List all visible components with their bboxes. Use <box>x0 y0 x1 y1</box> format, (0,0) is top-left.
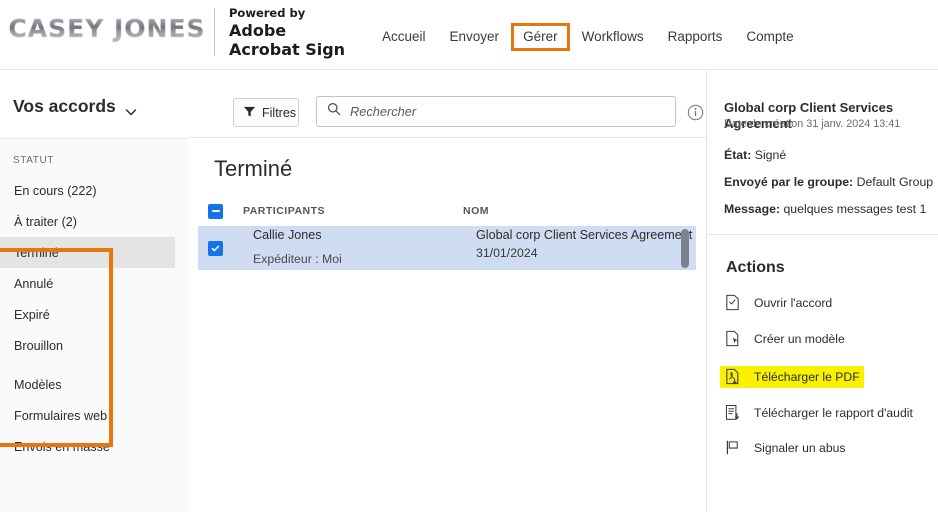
sidebar-section-label-statut: STATUT <box>13 155 55 166</box>
sidebar-item-termine[interactable]: Terminé <box>0 237 175 268</box>
row-participant-name: Callie Jones <box>253 228 322 242</box>
sidebar-title-label: Vos accords <box>13 96 116 116</box>
search-box[interactable] <box>316 96 676 127</box>
casey-jones-logo: CASEY JONES <box>8 13 206 43</box>
page-title: Terminé <box>214 156 293 181</box>
row-checkbox-cell <box>198 240 233 256</box>
action-signaler-abus[interactable]: Signaler un abus <box>724 437 936 459</box>
action-ouvrir-accord[interactable]: Ouvrir l'accord <box>724 292 936 314</box>
details-message: Message: quelques messages test 1 <box>724 202 936 216</box>
row-sender-label: Expéditeur : Moi <box>253 252 342 266</box>
nav-item-envoyer[interactable]: Envoyer <box>438 23 512 51</box>
sidebar-item-expire[interactable]: Expiré <box>0 299 188 330</box>
actions-heading: Actions <box>726 259 785 276</box>
column-header-nom: NOM <box>463 205 489 217</box>
filters-button-label: Filtres <box>262 105 297 120</box>
list-scrollbar-thumb[interactable] <box>681 229 689 268</box>
details-group-value: Default Group <box>856 175 934 189</box>
action-label: Créer un modèle <box>754 332 845 346</box>
sidebar-list-gap <box>0 361 188 369</box>
document-cursor-icon <box>724 330 741 348</box>
row-checkbox[interactable] <box>208 240 223 256</box>
powered-by-adobe-acrobat-sign: Powered by Adobe Acrobat Sign <box>229 6 369 59</box>
chevron-down-icon <box>125 102 137 116</box>
row-agreement-name: Global corp Client Services Agreement <box>476 228 693 242</box>
details-panel: Global corp Client Services Agreement Da… <box>706 71 938 512</box>
sidebar-item-en-cours[interactable]: En cours (222) <box>0 175 188 206</box>
info-circle-icon[interactable] <box>687 104 704 126</box>
adobe-label: Adobe <box>229 21 287 40</box>
column-header-participants: PARTICIPANTS <box>243 205 326 217</box>
main-content: Filtres Terminé PARTICIPANTS NOM <box>188 71 706 512</box>
report-download-icon <box>724 404 741 422</box>
details-etat-value: Signé <box>754 148 787 162</box>
check-icon <box>211 245 220 251</box>
nav-item-accueil[interactable]: Accueil <box>370 23 438 51</box>
details-separator <box>707 234 938 235</box>
app-root: CASEY JONES Powered by Adobe Acrobat Sig… <box>0 0 938 512</box>
action-label: Ouvrir l'accord <box>754 296 833 310</box>
funnel-icon <box>243 105 256 121</box>
pdf-download-icon <box>724 368 741 386</box>
search-icon <box>327 102 341 121</box>
toolbar-separator <box>188 137 706 138</box>
sidebar-item-brouillon[interactable]: Brouillon <box>0 330 188 361</box>
sidebar-item-a-traiter[interactable]: À traiter (2) <box>0 206 188 237</box>
content-toolbar: Filtres <box>188 71 706 138</box>
flag-icon <box>724 439 741 457</box>
details-etat-label: État: <box>724 148 752 162</box>
powered-by-label: Powered by <box>229 6 306 20</box>
details-message-label: Message: <box>724 202 781 216</box>
action-telecharger-pdf[interactable]: Télécharger le PDF <box>720 366 864 388</box>
nav-item-gerer[interactable]: Gérer <box>511 23 570 51</box>
row-agreement-date: 31/01/2024 <box>476 246 538 260</box>
details-creation-date: Date de création 31 janv. 2024 13:41 <box>724 118 901 130</box>
sidebar-status-list: En cours (222) À traiter (2) Terminé Ann… <box>0 175 188 462</box>
nav-item-workflows[interactable]: Workflows <box>570 23 656 51</box>
nav-item-compte[interactable]: Compte <box>734 23 805 51</box>
header-divider <box>214 8 215 56</box>
details-message-value: quelques messages test 1 <box>783 202 927 216</box>
indeterminate-dash-icon <box>211 210 220 212</box>
main-navigation: Accueil Envoyer Gérer Workflows Rapports… <box>370 22 806 52</box>
select-all-checkbox[interactable] <box>208 203 223 219</box>
filters-button[interactable]: Filtres <box>233 98 299 127</box>
sidebar-title-vos-accords[interactable]: Vos accords <box>13 96 137 117</box>
row-participants-cell: Callie Jones Expéditeur : Moi <box>253 226 483 270</box>
details-group: Envoyé par le groupe: Default Group <box>724 175 936 189</box>
acrobat-sign-label: Acrobat Sign <box>229 40 346 59</box>
action-label: Télécharger le rapport d'audit <box>754 406 913 420</box>
app-header: CASEY JONES Powered by Adobe Acrobat Sig… <box>0 0 938 70</box>
action-label: Signaler un abus <box>754 441 846 455</box>
search-input[interactable] <box>350 104 650 119</box>
action-creer-modele[interactable]: Créer un modèle <box>724 328 936 350</box>
sidebar-item-annule[interactable]: Annulé <box>0 268 188 299</box>
table-row[interactable]: Callie Jones Expéditeur : Moi Global cor… <box>198 226 696 270</box>
document-check-icon <box>724 294 741 312</box>
table-header-row: PARTICIPANTS NOM <box>188 196 706 226</box>
action-label: Télécharger le PDF <box>754 370 860 384</box>
sidebar-item-modeles[interactable]: Modèles <box>0 369 188 400</box>
details-group-label: Envoyé par le groupe: <box>724 175 854 189</box>
nav-item-rapports[interactable]: Rapports <box>656 23 735 51</box>
sidebar-item-envois-en-masse[interactable]: Envois en masse <box>0 431 188 462</box>
sidebar: Vos accords STATUT En cours (222) À trai… <box>0 71 188 512</box>
sidebar-item-formulaires-web[interactable]: Formulaires web <box>0 400 188 431</box>
action-telecharger-rapport-audit[interactable]: Télécharger le rapport d'audit <box>724 402 936 424</box>
details-etat: État: Signé <box>724 148 936 162</box>
